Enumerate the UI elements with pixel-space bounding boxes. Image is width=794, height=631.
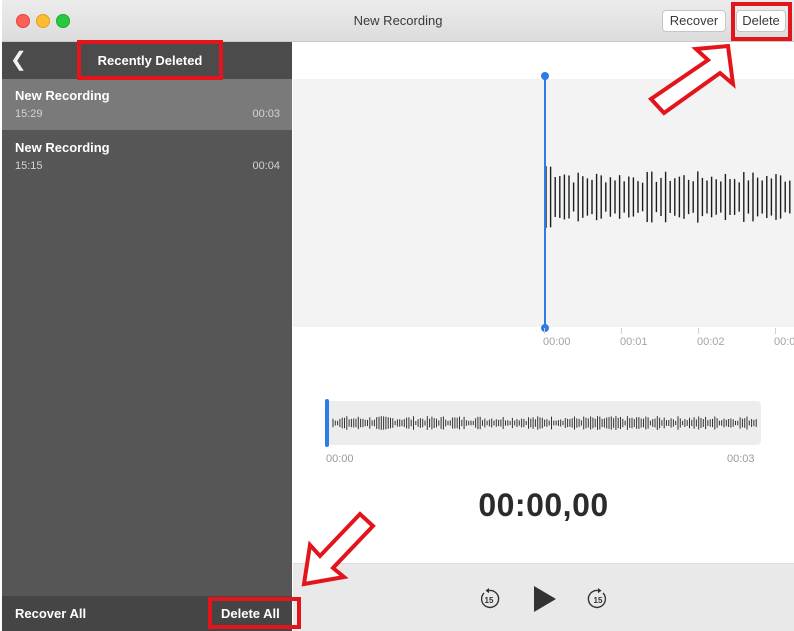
playback-controls: 15 15 (293, 563, 794, 631)
recover-all-button[interactable]: Recover All (15, 606, 86, 621)
ruler-label: 00:0 (774, 336, 794, 348)
playhead[interactable] (544, 75, 546, 329)
ruler-label: 00:00 (543, 336, 571, 348)
skip-back-icon: 15 (480, 588, 500, 609)
overview-end-time: 00:03 (727, 453, 755, 465)
chevron-left-icon[interactable]: ❮ (10, 50, 27, 70)
delete-all-button[interactable]: Delete All (221, 606, 280, 621)
recording-duration: 00:03 (252, 108, 280, 120)
ruler-label: 00:02 (697, 336, 725, 348)
ruler-tick (698, 328, 699, 334)
timer-display: 00:00,00 (478, 487, 609, 523)
overview-waveform-graphic (332, 416, 757, 430)
recording-name: New Recording (15, 88, 110, 103)
title-bar: New Recording Recover Delete (2, 0, 794, 42)
skip-back-15-button[interactable]: 15 (478, 588, 500, 610)
editor-pane: 00:00 00:01 00:02 00:0 00:00 00:03 00:00… (293, 42, 794, 631)
delete-button[interactable]: Delete (736, 10, 786, 32)
voice-memos-window: New Recording Recover Delete ❮ Recently … (2, 0, 794, 631)
sidebar-header: ❮ Recently Deleted (2, 42, 292, 79)
overview-start-time: 00:00 (326, 453, 354, 465)
recording-time: 15:29 (15, 108, 43, 120)
sidebar: ❮ Recently Deleted New Recording 15:29 0… (2, 42, 292, 631)
ruler-tick (621, 328, 622, 334)
ruler-tick (544, 328, 545, 334)
skip-forward-15-button[interactable]: 15 (587, 588, 609, 610)
overview-waveform[interactable] (325, 401, 761, 445)
play-icon (534, 586, 556, 612)
skip-forward-seconds: 15 (594, 596, 603, 605)
ruler-tick (775, 328, 776, 334)
sidebar-footer: Recover All Delete All (2, 596, 292, 631)
recording-name: New Recording (15, 140, 110, 155)
playhead-top-handle[interactable] (541, 72, 549, 80)
sidebar-title: Recently Deleted (97, 53, 203, 68)
play-button[interactable] (532, 584, 558, 614)
skip-forward-icon: 15 (587, 588, 607, 609)
recover-button[interactable]: Recover (662, 10, 726, 32)
recording-list-item[interactable]: New Recording 15:29 00:03 (2, 79, 292, 130)
overview-playhead[interactable] (325, 399, 329, 447)
recording-duration: 00:04 (252, 160, 280, 172)
recording-list-item[interactable]: New Recording 15:15 00:04 (2, 131, 292, 182)
playhead-bottom-handle[interactable] (541, 324, 549, 332)
skip-back-seconds: 15 (485, 596, 494, 605)
ruler-label: 00:01 (620, 336, 648, 348)
recording-time: 15:15 (15, 160, 43, 172)
